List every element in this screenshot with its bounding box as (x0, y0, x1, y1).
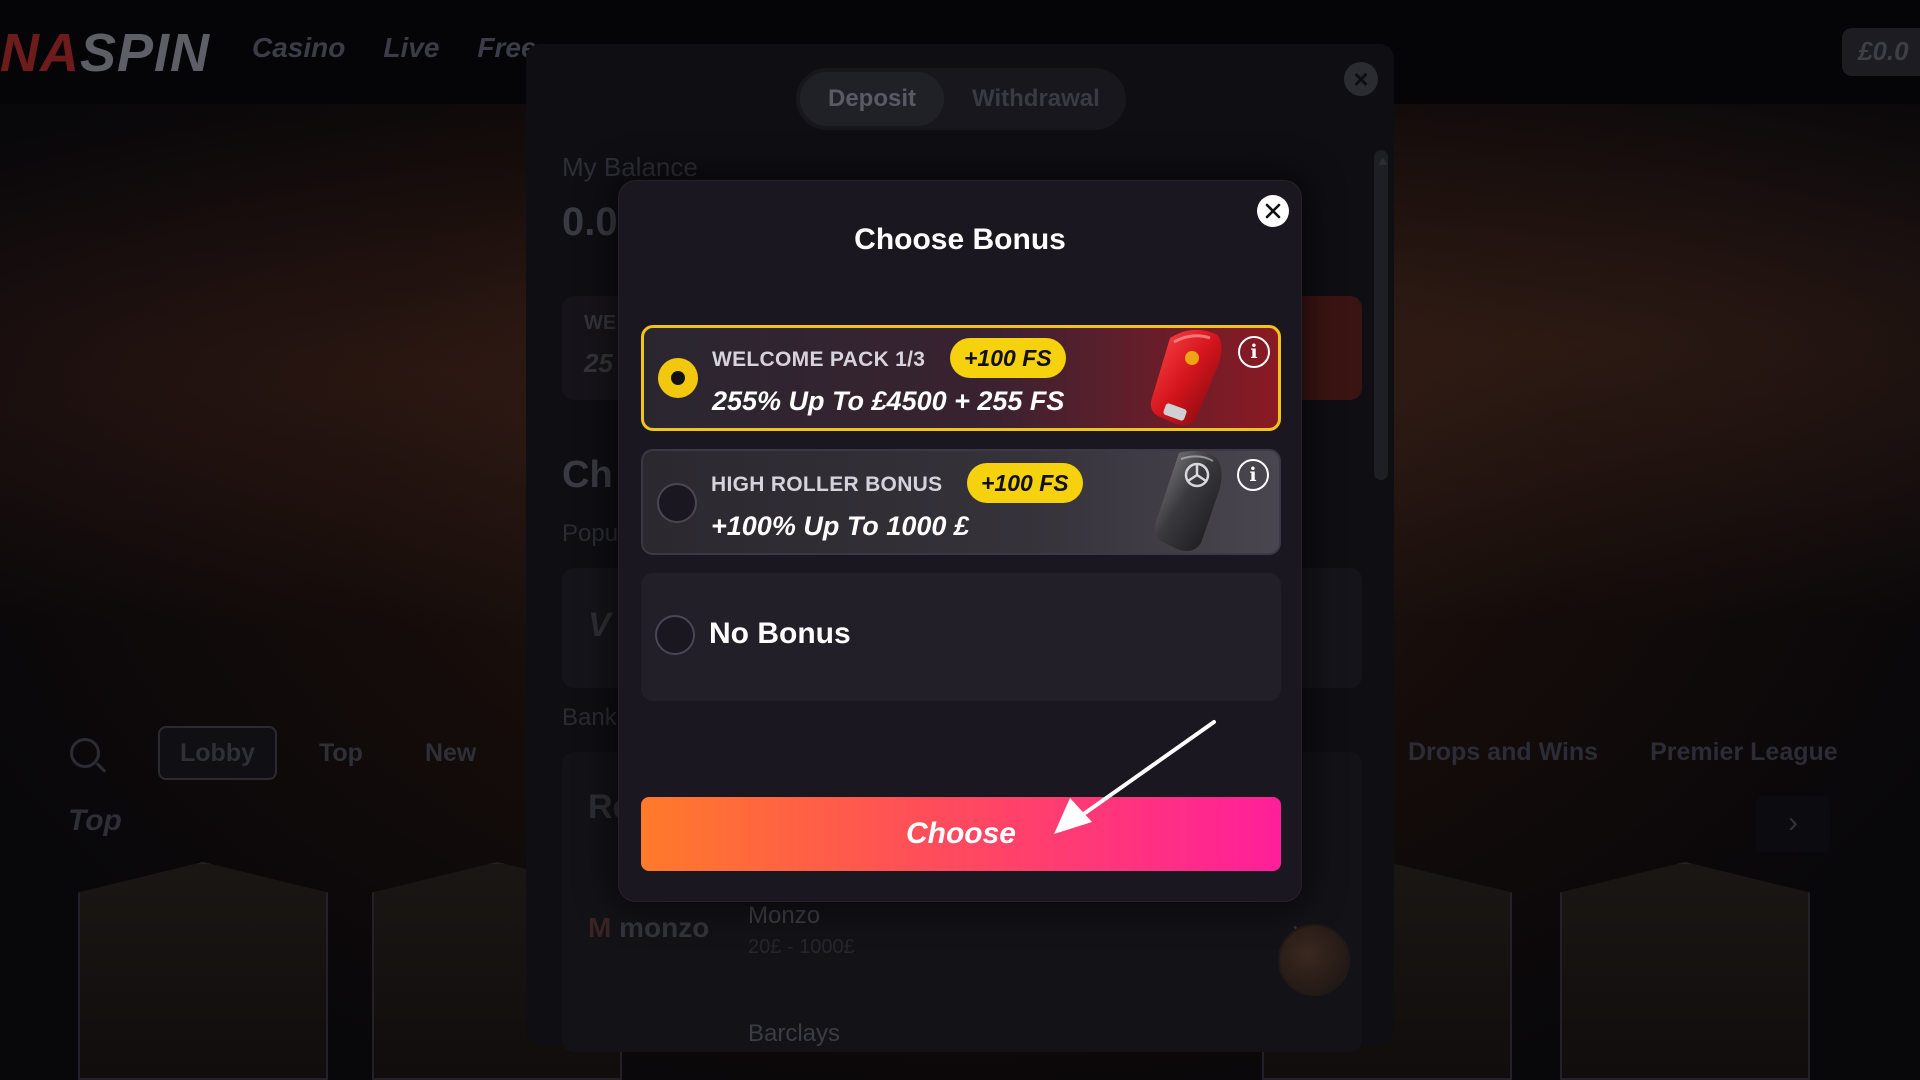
header-balance[interactable]: £0.0 (1842, 28, 1920, 76)
deposit-tabs: Deposit Withdrawal (796, 68, 1126, 130)
deposit-close-icon[interactable]: × (1344, 62, 1378, 96)
modal-title: Choose Bonus (854, 223, 1066, 256)
payment-logo: V (588, 606, 611, 644)
monzo-logo: M monzo (588, 912, 710, 943)
game-filter-bar: Lobby Top New (70, 726, 496, 780)
bonus-name: HIGH ROLLER BONUS (711, 473, 943, 496)
tab-withdrawal[interactable]: Withdrawal (944, 72, 1128, 126)
bonus-option-welcome-pack[interactable]: WELCOME PACK 1/3 +100 FS 255% Up To £450… (641, 325, 1281, 431)
radio-selected[interactable] (658, 358, 698, 398)
popular-label: Popu (562, 520, 619, 547)
game-card[interactable] (78, 862, 328, 1080)
free-spins-badge: +100 FS (950, 338, 1066, 378)
choose-bonus-modal: Choose Bonus WELCOME PACK 1/3 +100 FS 25… (618, 180, 1302, 902)
balance-value: 0.0 (562, 200, 618, 244)
filter-lobby[interactable]: Lobby (158, 726, 277, 780)
section-title: Top (68, 804, 122, 837)
nav-live[interactable]: Live (383, 32, 439, 64)
site-logo[interactable]: NASPIN (0, 22, 210, 84)
payment-range-monzo: 20£ - 1000£ (748, 936, 855, 958)
filter-drops-and-wins[interactable]: Drops and Wins (1408, 738, 1598, 767)
filter-new[interactable]: New (405, 726, 496, 780)
scroll-up-icon[interactable]: ▲ (1376, 152, 1390, 168)
filter-top[interactable]: Top (299, 726, 383, 780)
mercedes-key-icon (1154, 451, 1222, 551)
bonus-box-line2: 25 (584, 348, 613, 378)
no-bonus-label: No Bonus (709, 617, 851, 650)
deposit-scrollbar[interactable] (1374, 150, 1388, 480)
payment-name-barclays[interactable]: Barclays (748, 1020, 840, 1048)
bank-label: Bank (562, 704, 617, 731)
bonus-option-no-bonus[interactable]: No Bonus (641, 573, 1281, 701)
close-icon[interactable] (1257, 195, 1289, 227)
nav-casino[interactable]: Casino (252, 32, 345, 64)
free-spins-badge: +100 FS (967, 463, 1083, 503)
support-chat-avatar[interactable] (1278, 924, 1350, 996)
bonus-offer: +100% Up To 1000 £ (711, 511, 969, 541)
search-icon[interactable] (70, 738, 100, 768)
carousel-next-button[interactable]: › (1756, 796, 1830, 852)
info-icon[interactable]: i (1237, 459, 1269, 491)
payment-name-monzo[interactable]: Monzo (748, 902, 820, 930)
game-card[interactable] (1560, 862, 1810, 1080)
radio-unselected[interactable] (657, 483, 697, 523)
info-icon[interactable]: i (1238, 336, 1270, 368)
bonus-option-high-roller[interactable]: HIGH ROLLER BONUS +100 FS +100% Up To 10… (641, 449, 1281, 555)
bonus-box-line1: WE (584, 312, 617, 334)
game-filter-bar-right: Drops and Wins Premier League (1408, 738, 1838, 767)
balance-label: My Balance (562, 152, 698, 182)
tab-deposit[interactable]: Deposit (800, 72, 945, 126)
radio-unselected[interactable] (655, 615, 695, 655)
ferrari-key-icon (1150, 329, 1222, 426)
close-x-glyph (1265, 203, 1281, 219)
choose-method-heading: Ch (562, 454, 613, 496)
bonus-offer: 255% Up To £4500 + 255 FS (712, 386, 1065, 416)
bonus-name: WELCOME PACK 1/3 (712, 348, 926, 371)
main-nav: Casino Live Free (252, 32, 537, 64)
choose-button[interactable]: Choose (641, 797, 1281, 871)
filter-premier-league[interactable]: Premier League (1650, 738, 1838, 767)
